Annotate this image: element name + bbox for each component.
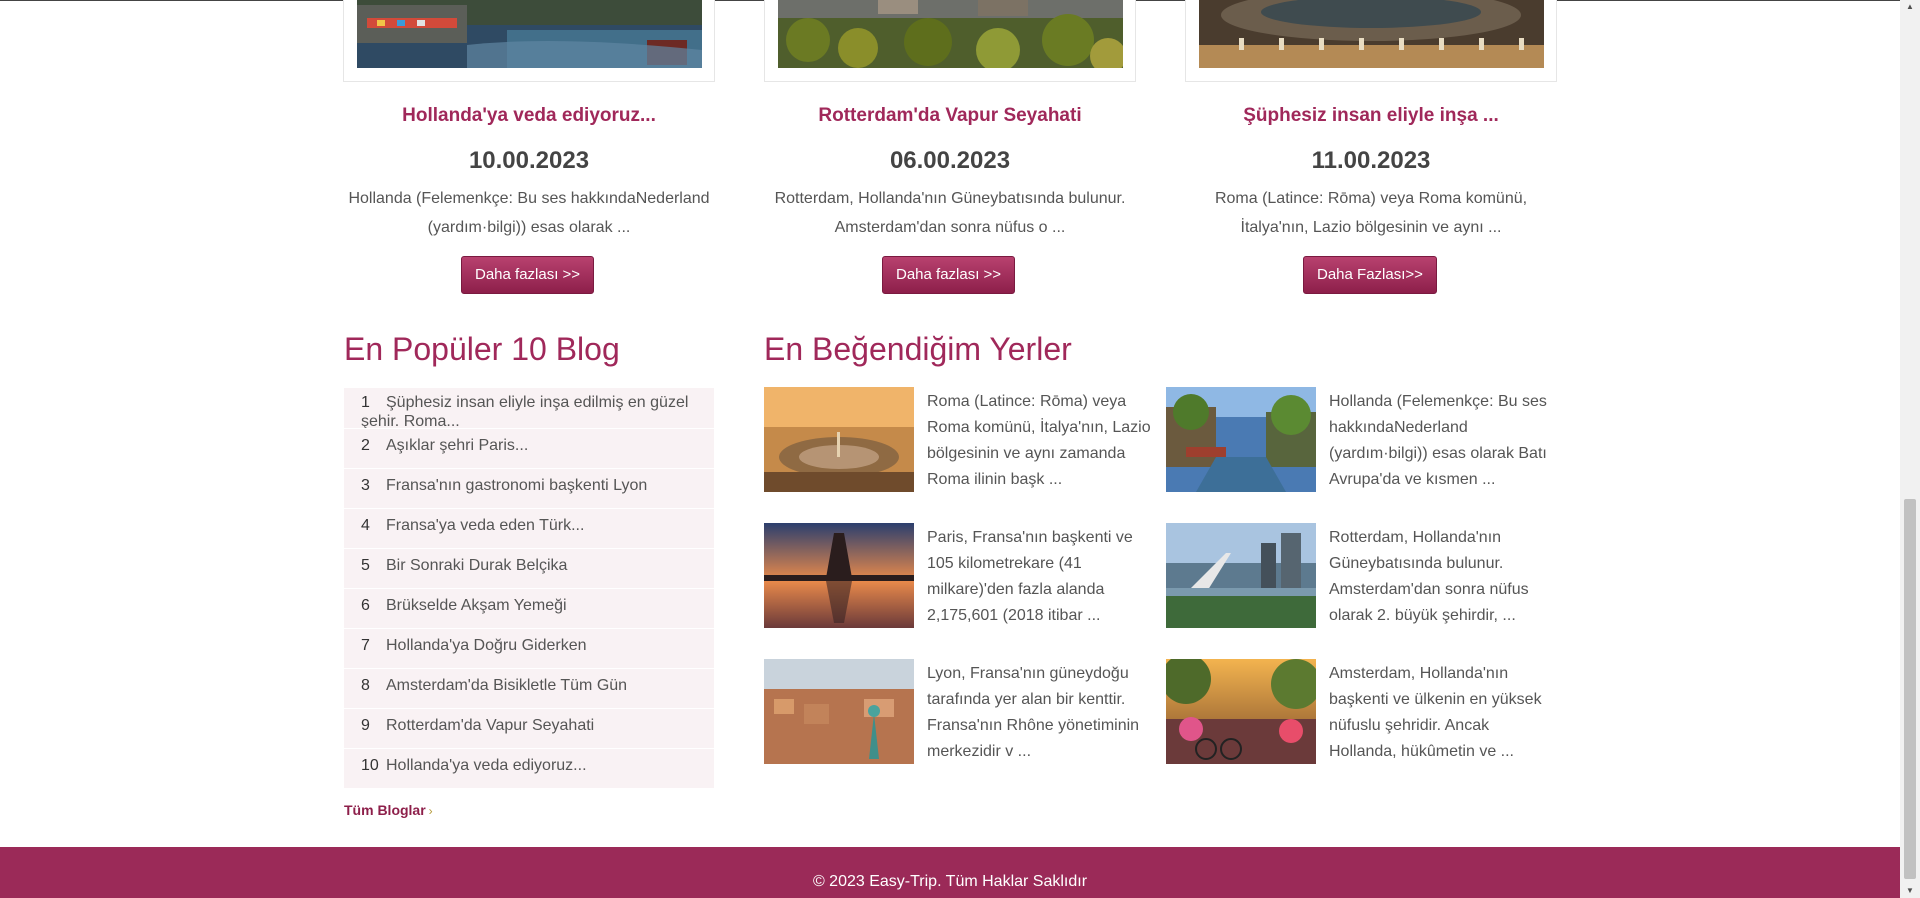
list-item-number: 3: [361, 477, 370, 494]
place-description: Roma (Latince: Rōma) veya Roma komünü, İ…: [927, 393, 1151, 488]
list-item-number: 10: [361, 757, 379, 774]
copyright-text: © 2023 Easy-Trip. Tüm Haklar Saklıdır: [812, 873, 1088, 890]
card-excerpt: Hollanda (Felemenkçe: Bu ses hakkındaNed…: [348, 190, 710, 236]
list-item[interactable]: 10 Hollanda'ya veda ediyoruz...: [344, 749, 714, 788]
list-item[interactable]: 4 Fransa'ya veda eden Türk...: [344, 509, 714, 548]
list-item-number: 1: [361, 394, 370, 411]
card-image-rotterdam-park[interactable]: [778, 0, 1123, 68]
list-item-number: 7: [361, 637, 370, 654]
favorite-places-heading: En Beğendiğim Yerler: [764, 331, 1072, 367]
card-date: 10.00.2023: [468, 147, 590, 174]
list-item[interactable]: 3 Fransa'nın gastronomi başkenti Lyon: [344, 469, 714, 508]
list-item-label: Fransa'ya veda eden Türk...: [386, 517, 585, 534]
place-image-amsterdam-canal: [1166, 387, 1316, 492]
list-item-label: Fransa'nın gastronomi başkenti Lyon: [386, 477, 648, 494]
chevron-right-icon: ›: [428, 804, 433, 818]
card-image-amsterdam-canal[interactable]: [357, 0, 702, 68]
read-more-button[interactable]: Daha fazlası >>: [882, 256, 1016, 294]
card-title[interactable]: Şüphesiz insan eliyle inşa ...: [1185, 105, 1557, 127]
place-description: Amsterdam, Hollanda'nın başkenti ve ülke…: [1329, 665, 1542, 760]
favorite-place-item[interactable]: Paris, Fransa'nın başkenti ve 105 kilome…: [764, 523, 1154, 633]
card-date: 11.00.2023: [1311, 147, 1431, 174]
list-item-number: 8: [361, 677, 370, 694]
popular-blogs-heading: En Popüler 10 Blog: [344, 331, 620, 367]
favorite-place-item[interactable]: Amsterdam, Hollanda'nın başkenti ve ülke…: [1166, 659, 1556, 769]
favorite-place-item[interactable]: Hollanda (Felemenkçe: Bu ses hakkındaNed…: [1166, 387, 1556, 497]
list-item[interactable]: 5 Bir Sonraki Durak Belçika: [344, 549, 714, 588]
place-description: Hollanda (Felemenkçe: Bu ses hakkındaNed…: [1329, 393, 1547, 488]
place-description: Rotterdam, Hollanda'nın Güneybatısında b…: [1329, 529, 1529, 624]
card-title[interactable]: Rotterdam'da Vapur Seyahati: [764, 105, 1136, 127]
list-item[interactable]: 6 Brükselde Akşam Yemeği: [344, 589, 714, 628]
list-item-number: 4: [361, 517, 370, 534]
card-title[interactable]: Hollanda'ya veda ediyoruz...: [343, 105, 715, 127]
list-item-label: Hollanda'ya Doğru Giderken: [386, 637, 587, 654]
card-excerpt: Roma (Latince: Rōma) veya Roma komünü, İ…: [1214, 190, 1528, 236]
place-image-rome: [764, 387, 914, 492]
scroll-down-arrow-icon[interactable]: ▼: [1900, 884, 1920, 898]
list-item-label: Şüphesiz insan eliyle inşa edilmiş en gü…: [361, 394, 689, 428]
favorite-place-item[interactable]: Roma (Latince: Rōma) veya Roma komünü, İ…: [764, 387, 1154, 497]
place-image-rotterdam-skyline: [1166, 523, 1316, 628]
list-item-number: 5: [361, 557, 370, 574]
card-excerpt: Rotterdam, Hollanda'nın Güneybatısında b…: [774, 190, 1126, 236]
list-item-number: 2: [361, 437, 370, 454]
all-blogs-link[interactable]: Tüm Bloglar ›: [344, 802, 433, 818]
place-image-lyon: [764, 659, 914, 764]
list-item-label: Aşıklar şehri Paris...: [386, 437, 529, 454]
list-item-number: 9: [361, 717, 370, 734]
card-date: 06.00.2023: [889, 147, 1011, 174]
popular-blogs-list: 1 Şüphesiz insan eliyle inşa edilmiş en g…: [344, 388, 714, 789]
place-image-amsterdam-bikes: [1166, 659, 1316, 764]
place-image-paris-eiffel: [764, 523, 914, 628]
card-image-st-peters-square[interactable]: [1199, 0, 1544, 68]
read-more-button[interactable]: Daha Fazlası>>: [1303, 256, 1437, 294]
scrollbar-thumb[interactable]: [1904, 499, 1916, 879]
list-item-text: 1 Şüphesiz insan eliyle inşa edilmiş en g…: [361, 393, 708, 428]
scroll-up-arrow-icon[interactable]: ▲: [1900, 0, 1920, 14]
list-item-label: Amsterdam'da Bisikletle Tüm Gün: [386, 677, 628, 694]
list-item-label: Hollanda'ya veda ediyoruz...: [386, 757, 587, 774]
card-image-frame: [764, 0, 1136, 82]
list-item[interactable]: 8 Amsterdam'da Bisikletle Tüm Gün: [344, 669, 714, 708]
card-image-frame: [1185, 0, 1557, 82]
favorite-place-item[interactable]: Lyon, Fransa'nın güneydoğu tarafında yer…: [764, 659, 1154, 769]
list-item[interactable]: 2 Aşıklar şehri Paris...: [344, 429, 714, 468]
list-item-label: Rotterdam'da Vapur Seyahati: [386, 717, 595, 734]
card-image-frame: [343, 0, 715, 82]
vertical-scrollbar[interactable]: ▲ ▼: [1900, 0, 1920, 898]
favorite-place-item[interactable]: Rotterdam, Hollanda'nın Güneybatısında b…: [1166, 523, 1556, 633]
page: Hollanda'ya veda ediyoruz... 10.00.2023 …: [0, 0, 1900, 898]
list-item-number: 6: [361, 597, 370, 614]
place-description: Paris, Fransa'nın başkenti ve 105 kilome…: [927, 529, 1133, 624]
footer: © 2023 Easy-Trip. Tüm Haklar Saklıdır: [0, 847, 1900, 898]
all-blogs-label: Tüm Bloglar: [344, 802, 426, 818]
list-item[interactable]: 7 Hollanda'ya Doğru Giderken: [344, 629, 714, 668]
list-item-label: Bir Sonraki Durak Belçika: [386, 557, 568, 574]
list-item[interactable]: 9 Rotterdam'da Vapur Seyahati: [344, 709, 714, 748]
list-item-label: Brükselde Akşam Yemeği: [386, 597, 567, 614]
list-item[interactable]: 1 Şüphesiz insan eliyle inşa edilmiş en g…: [344, 388, 714, 428]
place-description: Lyon, Fransa'nın güneydoğu tarafında yer…: [927, 665, 1140, 760]
read-more-button[interactable]: Daha fazlası >>: [461, 256, 595, 294]
